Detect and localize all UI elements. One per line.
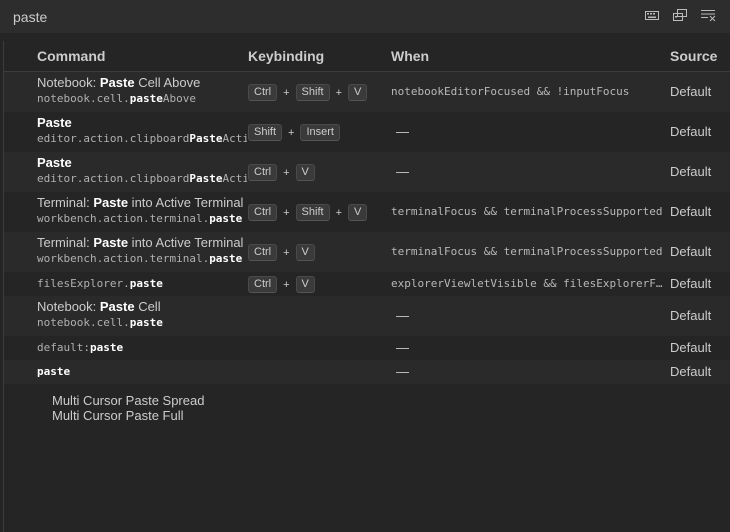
search-bar (0, 0, 730, 33)
command-id: filesExplorer.paste (37, 277, 163, 290)
table-row[interactable]: default:paste — Default (4, 336, 730, 360)
table-row[interactable]: Paste editor.action.clipboardPasteActionC… (4, 152, 730, 192)
command-title: Paste (37, 155, 72, 170)
plus-separator: + (288, 126, 295, 139)
command-id: workbench.action.terminal.paste (37, 212, 243, 225)
record-keys-icon[interactable] (672, 7, 688, 23)
source-cell: Default (670, 308, 712, 323)
when-clause: — (396, 308, 409, 323)
source-cell: Default (670, 124, 712, 139)
command-title: Paste (37, 115, 72, 130)
keybinding-cell[interactable]: Ctrl + Shift + V (248, 84, 368, 101)
table-header: Command Keybinding When Source (4, 41, 730, 72)
key-cap: Shift (295, 204, 330, 221)
source-cell: Default (670, 164, 712, 179)
source-cell: Default (670, 204, 712, 219)
command-cell: Notebook: Paste Cell notebook.cell.paste (37, 299, 247, 331)
command-cell: Paste editor.action.clipboardPasteAction (37, 115, 247, 147)
search-input[interactable] (4, 3, 653, 30)
keybinding-cell[interactable]: Ctrl + V (248, 164, 315, 181)
command-cell: paste (37, 364, 247, 380)
column-keybinding[interactable]: Keybinding (248, 48, 324, 64)
plus-separator: + (283, 166, 290, 179)
key-cap: Ctrl (248, 276, 278, 293)
command-id: notebook.cell.paste (37, 316, 163, 329)
source-cell: Default (670, 84, 712, 99)
plus-separator: + (335, 206, 342, 219)
key-cap: V (295, 164, 315, 181)
when-clause: notebookEditorFocused && !inputFocus (391, 85, 630, 98)
plus-separator: + (335, 86, 342, 99)
keyboard-icon[interactable] (644, 7, 660, 23)
table-row[interactable]: paste — Default (4, 360, 730, 384)
when-clause: terminalFocus && terminalProcessSupporte… (391, 205, 663, 218)
clear-filter-icon[interactable] (700, 7, 716, 23)
when-clause: — (396, 164, 409, 179)
keybinding-cell[interactable]: Shift + Insert (248, 124, 340, 141)
when-clause: terminalFocus && terminalProcessSupporte… (391, 245, 663, 258)
command-cell: Notebook: Paste Cell Above notebook.cell.… (37, 75, 247, 107)
search-actions (644, 7, 716, 23)
key-cap: Insert (300, 124, 340, 141)
when-clause: — (396, 340, 409, 355)
command-cell: default:paste (37, 340, 247, 356)
command-id: paste (37, 365, 71, 378)
command-title: Notebook: Paste Cell (37, 299, 161, 314)
table-row[interactable]: filesExplorer.paste Ctrl + VexplorerViewlet… (4, 272, 730, 296)
command-id: editor.action.clipboardPasteAction (37, 172, 247, 185)
key-cap: Ctrl (248, 204, 278, 221)
command-id: default:paste (37, 341, 124, 354)
key-cap: Ctrl (248, 244, 278, 261)
key-cap: V (348, 204, 368, 221)
table-row[interactable]: Terminal: Paste into Active Terminal work… (4, 232, 730, 272)
key-cap: Ctrl (248, 164, 278, 181)
menu-item-multi-cursor-full[interactable]: Multi Cursor Paste Full (52, 408, 204, 423)
key-cap: Shift (248, 124, 283, 141)
command-cell: Paste editor.action.clipboardPasteAction (37, 155, 247, 187)
command-title: Notebook: Paste Cell Above (37, 75, 201, 90)
keybinding-cell[interactable]: Ctrl + V (248, 276, 315, 293)
table-row[interactable]: Paste editor.action.clipboardPasteActionS… (4, 112, 730, 152)
key-cap: V (295, 276, 315, 293)
key-cap: Shift (295, 84, 330, 101)
source-cell: Default (670, 364, 712, 379)
when-clause: explorerViewletVisible && filesExplorerF… (391, 277, 663, 290)
keybinding-cell[interactable]: Ctrl + V (248, 244, 315, 261)
command-cell: Terminal: Paste into Active Terminal work… (37, 195, 247, 227)
plus-separator: + (283, 206, 290, 219)
table-row[interactable]: Notebook: Paste Cell Above notebook.cell.… (4, 72, 730, 112)
column-when[interactable]: When (391, 48, 429, 64)
plus-separator: + (283, 246, 290, 259)
key-cap: V (348, 84, 368, 101)
table-row[interactable]: Notebook: Paste Cell notebook.cell.paste —… (4, 296, 730, 336)
command-cell: Terminal: Paste into Active Terminal work… (37, 235, 247, 267)
command-title: Terminal: Paste into Active Terminal (37, 235, 244, 250)
menu-item-multi-cursor-spread[interactable]: Multi Cursor Paste Spread (52, 393, 204, 408)
column-command[interactable]: Command (37, 48, 105, 64)
keybinding-cell[interactable]: Ctrl + Shift + V (248, 204, 368, 221)
when-clause: — (396, 124, 409, 139)
command-id: editor.action.clipboardPasteAction (37, 132, 247, 145)
key-cap: V (295, 244, 315, 261)
table-row[interactable]: Terminal: Paste into Active Terminal work… (4, 192, 730, 232)
source-cell: Default (670, 244, 712, 259)
key-cap: Ctrl (248, 84, 278, 101)
keybindings-table: Command Keybinding When Source Notebook:… (3, 41, 730, 532)
source-cell: Default (670, 276, 712, 291)
source-cell: Default (670, 340, 712, 355)
plus-separator: + (283, 86, 290, 99)
when-clause: — (396, 364, 409, 379)
command-id: notebook.cell.pasteAbove (37, 92, 196, 105)
plus-separator: + (283, 278, 290, 291)
command-id: workbench.action.terminal.paste (37, 252, 243, 265)
paste-options-list: Multi Cursor Paste Spread Multi Cursor P… (52, 393, 204, 423)
command-title: Terminal: Paste into Active Terminal (37, 195, 244, 210)
command-cell: filesExplorer.paste (37, 276, 247, 292)
column-source[interactable]: Source (670, 48, 717, 64)
